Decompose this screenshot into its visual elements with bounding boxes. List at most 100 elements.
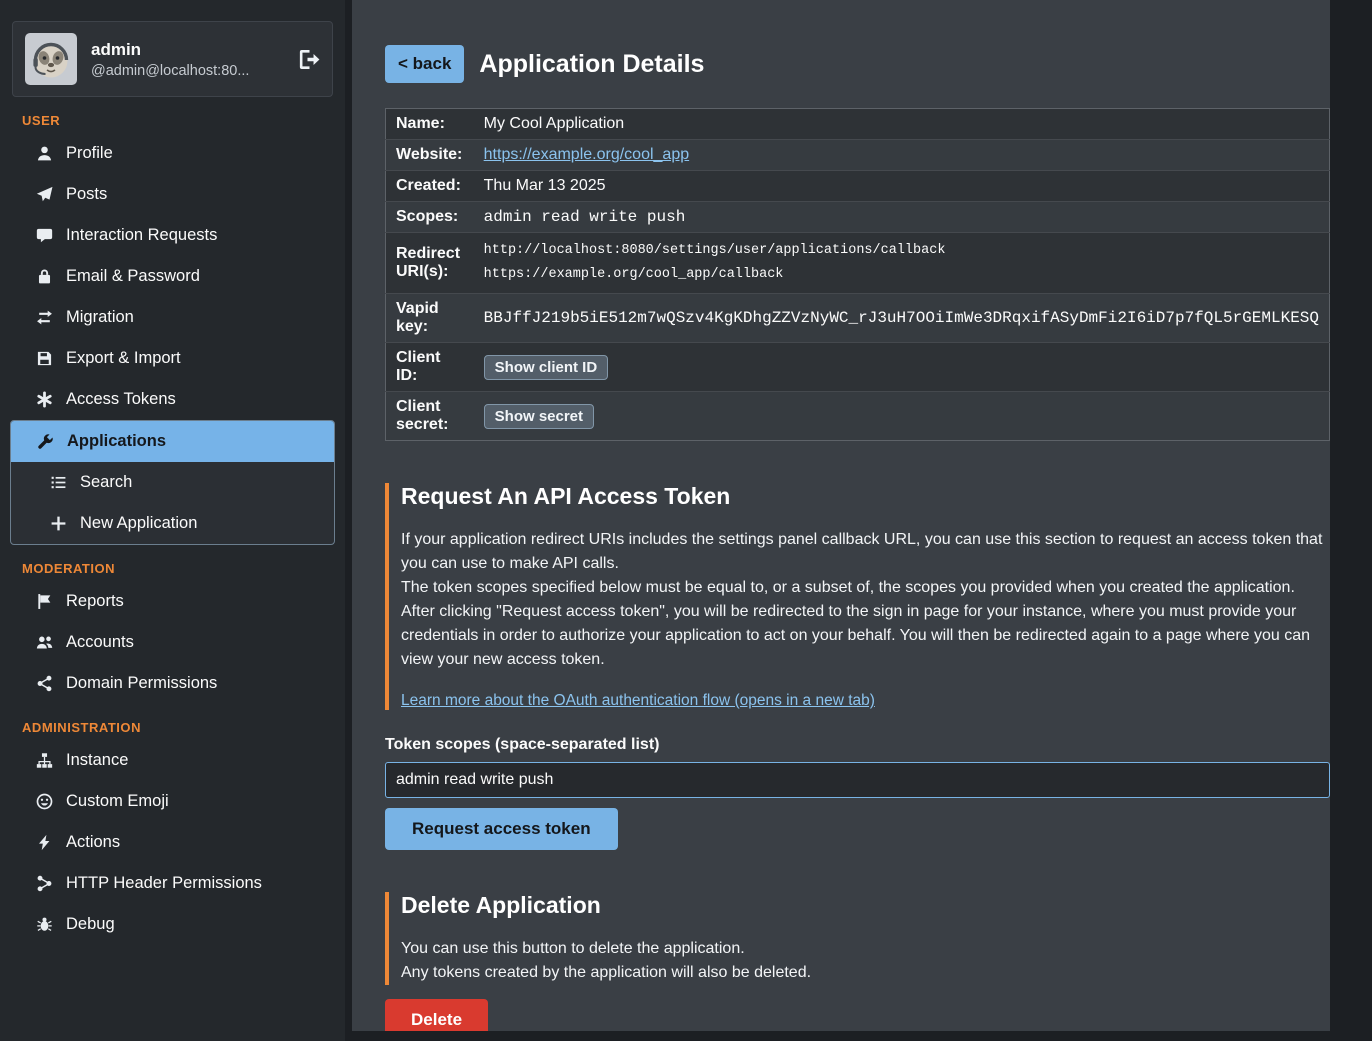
sidebar-item-label: Applications: [67, 432, 166, 451]
sidebar-item-new-application[interactable]: New Application: [11, 503, 334, 544]
sidebar-item-actions[interactable]: Actions: [10, 822, 335, 863]
sidebar-item-posts[interactable]: Posts: [10, 174, 335, 215]
sidebar-item-label: New Application: [80, 514, 197, 533]
paper-plane-icon: [35, 186, 53, 204]
sidebar-item-label: Interaction Requests: [66, 226, 217, 245]
sidebar-item-interaction-requests[interactable]: Interaction Requests: [10, 215, 335, 256]
user-name: admin: [91, 40, 249, 60]
sidebar-item-http-header-permissions[interactable]: HTTP Header Permissions: [10, 863, 335, 904]
delete-application-paragraph: Any tokens created by the application wi…: [401, 961, 1330, 985]
flag-icon: [35, 593, 53, 611]
detail-row-client-id: Client ID: Show client ID: [386, 343, 1330, 392]
sidebar: admin @admin@localhost:80... USER Profil…: [0, 0, 345, 1041]
detail-row-vapid-key: Vapid key: BBJffJ219b5iE512m7wQSzv4KgKDh…: [386, 294, 1330, 343]
user-info: admin @admin@localhost:80...: [91, 40, 249, 79]
share-nodes-icon: [35, 675, 53, 693]
user-icon: [35, 145, 53, 163]
request-token-section: Request An API Access Token If your appl…: [385, 483, 1330, 710]
network-nodes-icon: [35, 875, 53, 893]
show-client-id-button[interactable]: Show client ID: [484, 355, 609, 380]
users-icon: [35, 634, 53, 652]
detail-row-redirect-uris: Redirect URI(s): http://localhost:8080/s…: [386, 233, 1330, 294]
detail-row-name: Name: My Cool Application: [386, 109, 1330, 140]
sidebar-item-profile[interactable]: Profile: [10, 133, 335, 174]
detail-value: BBJffJ219b5iE512m7wQSzv4KgKDhgZZVzNyWC_r…: [474, 294, 1330, 343]
section-header-user: USER: [22, 113, 345, 128]
show-secret-button[interactable]: Show secret: [484, 404, 594, 429]
lock-icon: [35, 268, 53, 286]
plus-icon: [49, 515, 67, 533]
sidebar-item-custom-emoji[interactable]: Custom Emoji: [10, 781, 335, 822]
request-token-paragraph: After clicking "Request access token", y…: [401, 600, 1330, 672]
sidebar-item-debug[interactable]: Debug: [10, 904, 335, 945]
token-scopes-label: Token scopes (space-separated list): [385, 736, 1330, 754]
detail-value: Show client ID: [474, 343, 1330, 392]
sidebar-item-label: Posts: [66, 185, 107, 204]
sidebar-item-email-password[interactable]: Email & Password: [10, 256, 335, 297]
sidebar-item-export-import[interactable]: Export & Import: [10, 338, 335, 379]
sidebar-item-label: Accounts: [66, 633, 134, 652]
sidebar-item-instance[interactable]: Instance: [10, 740, 335, 781]
avatar: [25, 33, 77, 85]
detail-value: http://localhost:8080/settings/user/appl…: [474, 233, 1330, 294]
sidebar-item-label: Search: [80, 473, 132, 492]
comment-icon: [35, 227, 53, 245]
detail-row-scopes: Scopes: admin read write push: [386, 202, 1330, 233]
request-token-paragraph: The token scopes specified below must be…: [401, 576, 1330, 600]
detail-row-client-secret: Client secret: Show secret: [386, 392, 1330, 441]
detail-value: My Cool Application: [474, 109, 1330, 140]
sidebar-item-label: Custom Emoji: [66, 792, 169, 811]
sidebar-item-label: Domain Permissions: [66, 674, 217, 693]
detail-label: Redirect URI(s):: [386, 233, 474, 294]
app-root: admin @admin@localhost:80... USER Profil…: [0, 0, 1372, 1041]
application-details-table: Name: My Cool Application Website: https…: [385, 108, 1330, 441]
tools-icon: [36, 433, 54, 451]
token-scopes-input[interactable]: [385, 762, 1330, 798]
sidebar-item-label: Instance: [66, 751, 128, 770]
applications-group: Applications Search New Application: [10, 420, 335, 545]
delete-application-heading: Delete Application: [401, 892, 1330, 919]
sidebar-item-applications[interactable]: Applications: [11, 421, 334, 462]
sidebar-item-label: Email & Password: [66, 267, 200, 286]
sidebar-item-access-tokens[interactable]: Access Tokens: [10, 379, 335, 420]
sidebar-item-label: HTTP Header Permissions: [66, 874, 262, 893]
logout-icon[interactable]: [297, 48, 320, 71]
website-link[interactable]: https://example.org/cool_app: [484, 146, 689, 163]
detail-label: Vapid key:: [386, 294, 474, 343]
sidebar-item-label: Export & Import: [66, 349, 181, 368]
sidebar-item-label: Reports: [66, 592, 124, 611]
sidebar-item-label: Debug: [66, 915, 115, 934]
smiley-icon: [35, 793, 53, 811]
request-token-heading: Request An API Access Token: [401, 483, 1330, 510]
detail-value: Thu Mar 13 2025: [474, 171, 1330, 202]
detail-label: Scopes:: [386, 202, 474, 233]
floppy-disk-icon: [35, 350, 53, 368]
detail-label: Name:: [386, 109, 474, 140]
delete-button[interactable]: Delete: [385, 999, 488, 1031]
sidebar-item-migration[interactable]: Migration: [10, 297, 335, 338]
detail-label: Created:: [386, 171, 474, 202]
detail-row-website: Website: https://example.org/cool_app: [386, 140, 1330, 171]
user-card[interactable]: admin @admin@localhost:80...: [12, 21, 333, 97]
user-handle: @admin@localhost:80...: [91, 63, 249, 79]
oauth-docs-link[interactable]: Learn more about the OAuth authenticatio…: [401, 692, 875, 710]
certificate-icon: [35, 391, 53, 409]
page-title: Application Details: [479, 50, 704, 79]
list-icon: [49, 474, 67, 492]
sidebar-item-label: Migration: [66, 308, 134, 327]
detail-row-created: Created: Thu Mar 13 2025: [386, 171, 1330, 202]
detail-value: Show secret: [474, 392, 1330, 441]
redirect-uri-line: http://localhost:8080/settings/user/appl…: [484, 239, 1319, 263]
sidebar-item-label: Profile: [66, 144, 113, 163]
redirect-uri-line: https://example.org/cool_app/callback: [484, 263, 1319, 287]
sidebar-item-domain-permissions[interactable]: Domain Permissions: [10, 663, 335, 704]
page-header: < back Application Details: [385, 45, 1330, 83]
back-button[interactable]: < back: [385, 45, 464, 83]
sidebar-item-reports[interactable]: Reports: [10, 581, 335, 622]
sidebar-item-applications-search[interactable]: Search: [11, 462, 334, 503]
sitemap-icon: [35, 752, 53, 770]
sidebar-item-accounts[interactable]: Accounts: [10, 622, 335, 663]
detail-label: Client ID:: [386, 343, 474, 392]
request-access-token-button[interactable]: Request access token: [385, 808, 618, 850]
delete-application-section: Delete Application You can use this butt…: [385, 892, 1330, 985]
